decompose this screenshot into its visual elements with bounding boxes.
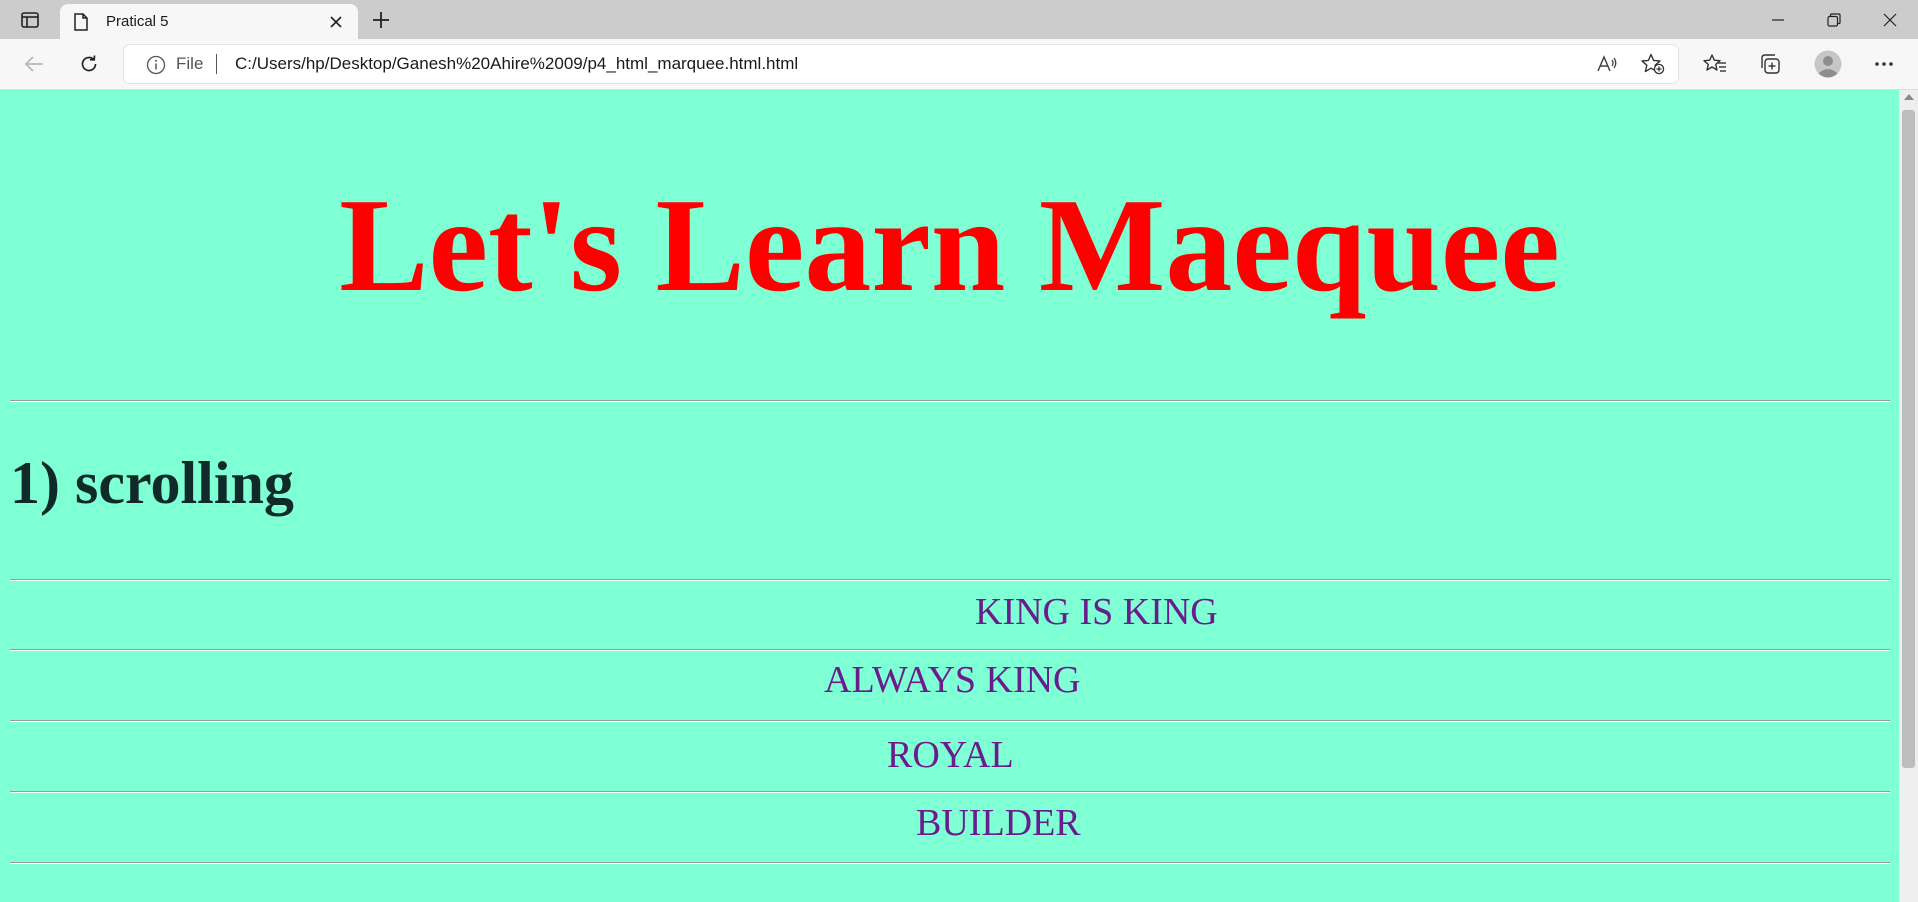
close-window-button[interactable] [1862,0,1918,39]
address-bar[interactable]: File C:/Users/hp/Desktop/Ganesh%20Ahire%… [124,45,1678,83]
marquee-text: ALWAYS KING [824,659,1081,701]
tab-strip: Pratical 5 [0,0,1918,39]
add-favorite-icon[interactable] [1641,53,1665,75]
horizontal-rule [10,400,1890,402]
refresh-icon [81,55,97,72]
favorites-button[interactable] [1697,47,1733,81]
avatar [1814,50,1842,78]
url-text[interactable]: C:/Users/hp/Desktop/Ganesh%20Ahire%2009/… [235,54,798,74]
favorites-star-list-icon [1703,54,1726,72]
close-tab-icon[interactable] [322,8,350,36]
minimize-button[interactable] [1750,0,1806,39]
scrollbar-thumb[interactable] [1902,110,1915,768]
horizontal-rule [10,649,1890,651]
horizontal-rule [10,791,1890,793]
new-tab-button[interactable] [366,6,396,34]
marquee-text: KING IS KING [975,591,1218,633]
page-heading: Let's Learn Maequee [339,171,1560,319]
restore-button[interactable] [1806,0,1862,39]
plus-icon [373,12,389,28]
read-aloud-icon[interactable] [1595,53,1619,75]
scroll-up-arrow-icon[interactable] [1904,94,1914,100]
minimize-icon [1772,18,1784,21]
more-options-icon [1875,62,1893,66]
restore-icon [1827,12,1841,27]
page-document-icon [74,12,92,32]
tab-actions-icon [21,12,39,28]
settings-more-button[interactable] [1866,47,1902,81]
horizontal-rule [10,720,1890,722]
collections-button[interactable] [1752,47,1788,81]
back-arrow-icon [24,56,43,72]
horizontal-rule [10,862,1890,864]
vertical-scrollbar[interactable] [1899,90,1918,902]
address-divider [216,54,217,74]
info-icon[interactable] [146,55,166,75]
page-viewport: Let's Learn Maequee 1) scrolling KING IS… [0,90,1899,902]
site-info-label[interactable]: File [176,54,203,74]
refresh-button[interactable] [71,47,107,81]
collections-icon [1761,54,1780,74]
active-tab[interactable]: Pratical 5 [60,4,358,39]
horizontal-rule [10,579,1890,581]
tab-title: Pratical 5 [106,13,169,30]
tab-actions-menu-button[interactable] [14,8,46,32]
section-title: 1) scrolling [10,450,294,516]
close-icon [1883,13,1897,26]
profile-button[interactable] [1810,47,1846,81]
marquee-text: BUILDER [916,802,1081,844]
back-button[interactable] [16,47,52,81]
marquee-text: ROYAL [887,734,1014,776]
browser-toolbar: File C:/Users/hp/Desktop/Ganesh%20Ahire%… [0,39,1918,90]
